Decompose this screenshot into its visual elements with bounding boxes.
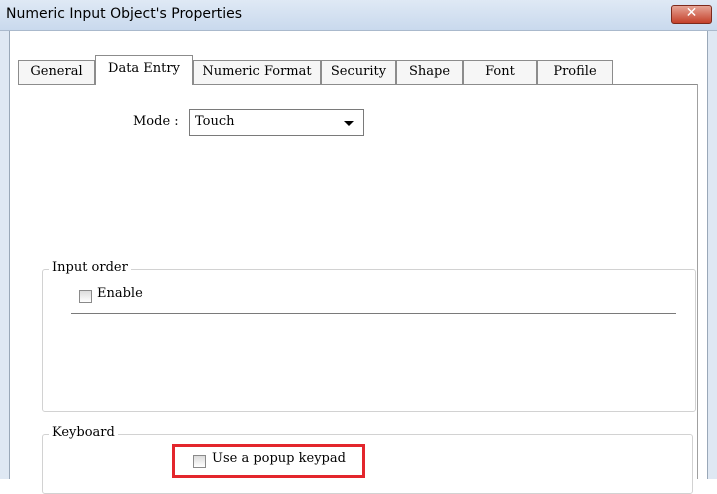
tab-security-label: Security — [330, 64, 387, 79]
tab-security[interactable]: Security — [321, 60, 396, 84]
tab-profile[interactable]: Profile — [537, 60, 613, 84]
close-button[interactable]: ✕ — [671, 5, 712, 24]
tab-data-entry[interactable]: Data Entry — [95, 55, 193, 85]
mode-dropdown[interactable]: Touch — [189, 109, 364, 136]
tab-font-label: Font — [485, 64, 515, 79]
window-title: Numeric Input Object's Properties — [6, 6, 243, 22]
window-frame-right — [708, 31, 717, 479]
tab-numeric-format-label: Numeric Format — [202, 64, 312, 79]
window-frame-left — [0, 31, 9, 479]
close-icon: ✕ — [685, 5, 698, 21]
title-bar[interactable]: Numeric Input Object's Properties ✕ — [0, 0, 717, 31]
tab-data-entry-label: Data Entry — [108, 61, 180, 76]
panel-border-right — [697, 84, 698, 479]
tab-font[interactable]: Font — [463, 60, 537, 84]
input-order-separator — [71, 313, 676, 314]
tab-shape-label: Shape — [408, 64, 451, 79]
tab-profile-label: Profile — [553, 64, 597, 79]
keyboard-group — [42, 434, 693, 494]
tab-numeric-format[interactable]: Numeric Format — [193, 60, 321, 84]
enable-checkbox[interactable] — [79, 290, 92, 303]
mode-value: Touch — [195, 114, 235, 129]
mode-label: Mode : — [133, 114, 179, 129]
highlight-box — [172, 444, 365, 478]
frame-border-right — [707, 31, 708, 479]
frame-border-left — [9, 31, 10, 479]
tab-general[interactable]: General — [18, 60, 95, 84]
enable-label: Enable — [97, 286, 143, 301]
chevron-down-icon — [344, 121, 354, 126]
tab-shape[interactable]: Shape — [396, 60, 463, 84]
input-order-legend: Input order — [49, 260, 131, 275]
tab-general-label: General — [30, 64, 83, 79]
keyboard-legend: Keyboard — [49, 425, 118, 440]
